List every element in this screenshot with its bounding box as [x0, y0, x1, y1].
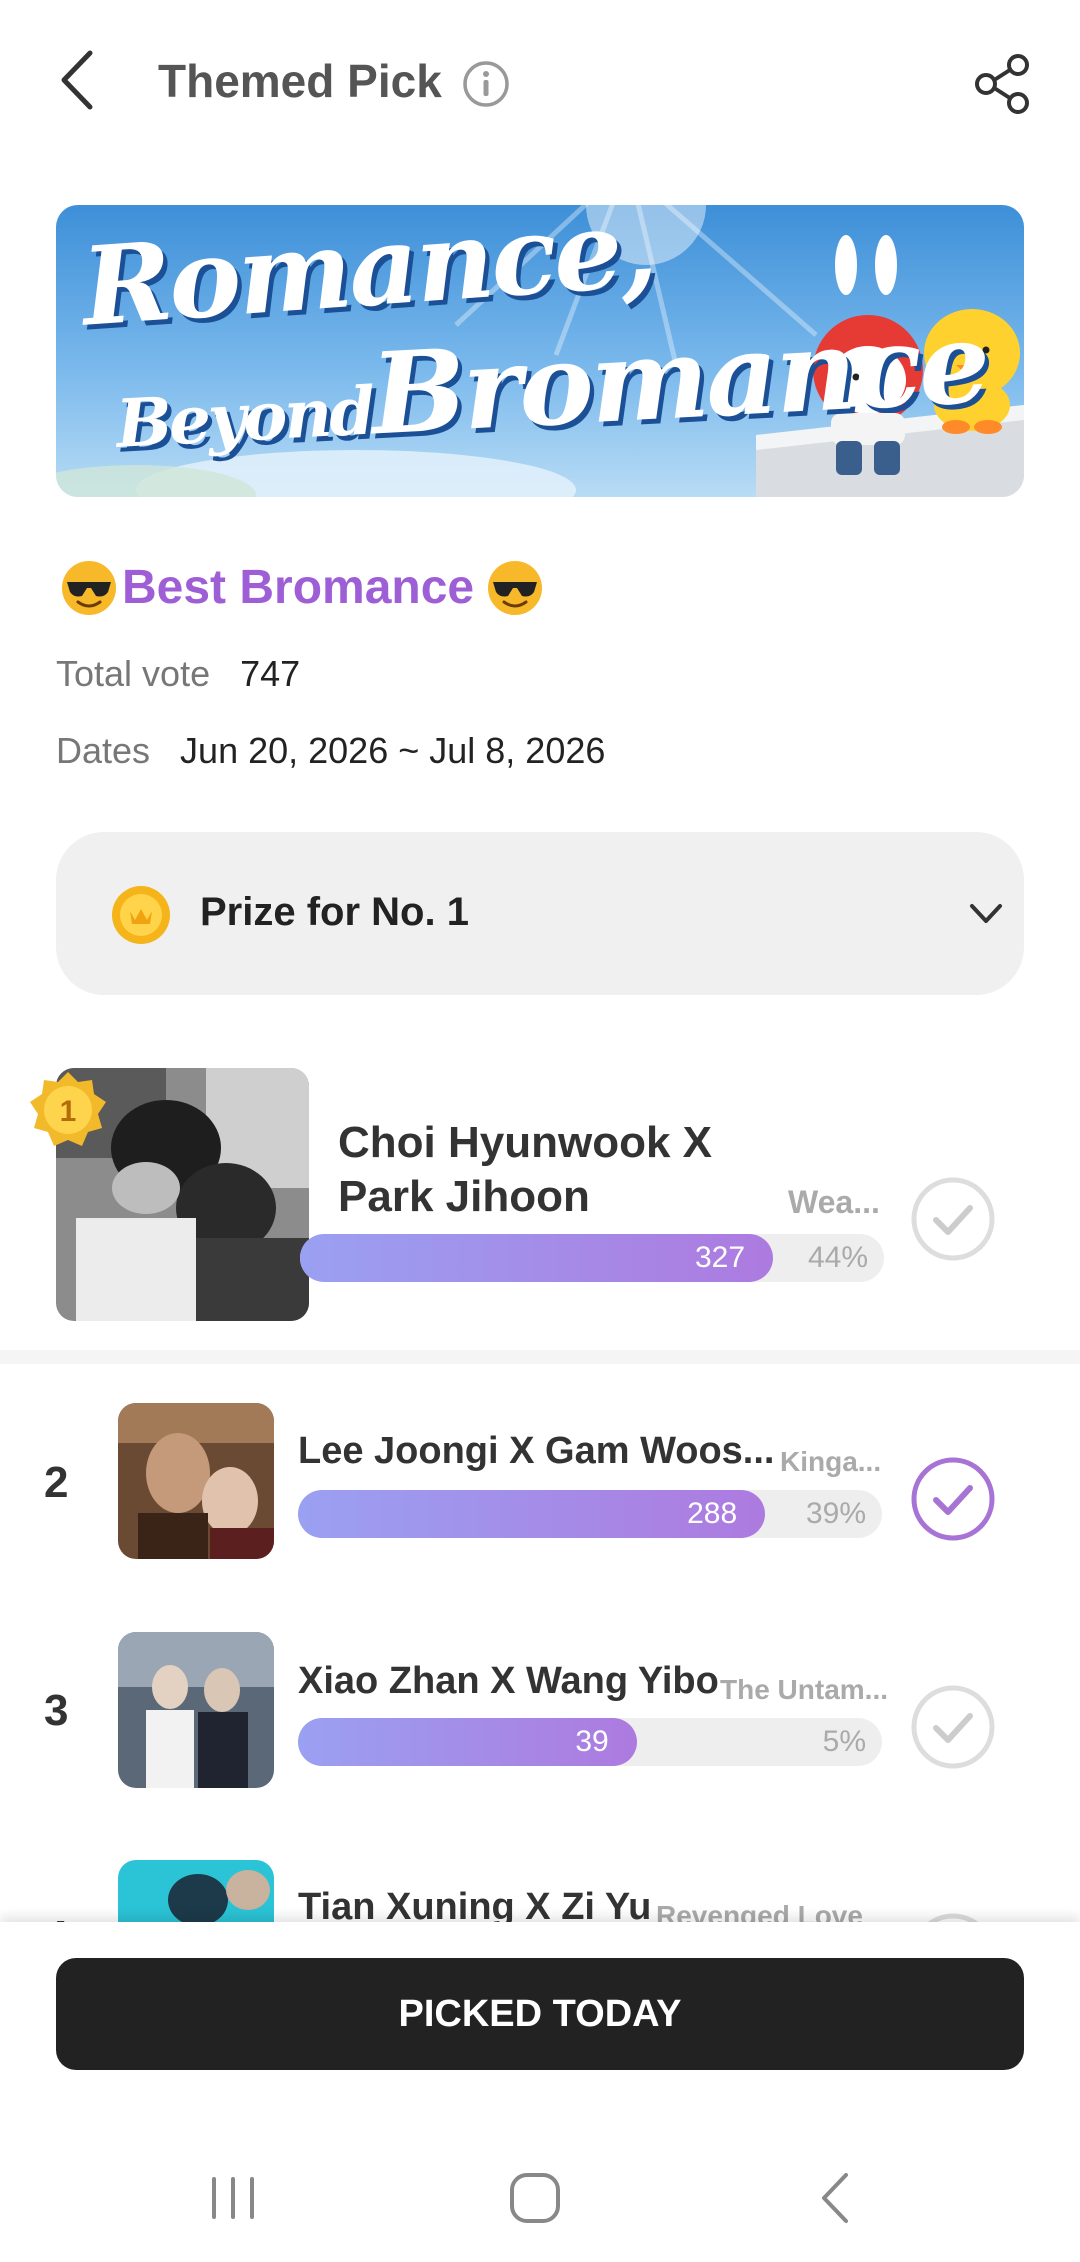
- share-icon: [975, 54, 1029, 114]
- check-circle-icon[interactable]: [910, 1176, 996, 1262]
- prize-label: Prize for No. 1: [200, 890, 469, 934]
- info-button[interactable]: [462, 60, 510, 108]
- check-circle-icon[interactable]: [910, 1456, 996, 1542]
- rank-2-vote-bar: 288 39%: [298, 1490, 882, 1538]
- home-icon[interactable]: [500, 2165, 570, 2231]
- rank-badge-icon: 1: [30, 1072, 106, 1146]
- dates-value: Jun 20, 2026 ~ Jul 8, 2026: [180, 730, 606, 771]
- rank-3-vote-percent: 5%: [822, 1725, 866, 1758]
- chevron-down-icon: [970, 904, 1002, 923]
- rank-1-vote-percent: 44%: [807, 1241, 868, 1274]
- rank-2-name: Lee Joongi X Gam Woos...: [298, 1430, 775, 1472]
- rank-1-name: Choi Hyunwook X Park Jihoon: [338, 1118, 712, 1221]
- back-arrow-icon: [61, 50, 93, 110]
- rank-1-vote-bar: 327 44%: [300, 1234, 884, 1282]
- sunglasses-emoji-icon: [62, 561, 116, 615]
- event-title-text: Best Bromance: [122, 560, 475, 614]
- rank-1-badge-number: 1: [60, 1095, 77, 1128]
- banner-line2-small: Beyond: [114, 371, 375, 463]
- sunglasses-emoji-icon: [488, 561, 543, 615]
- rank-2-number: 2: [44, 1458, 69, 1507]
- check-circle-icon[interactable]: [910, 1684, 996, 1770]
- rank-2-photo[interactable]: [118, 1403, 274, 1559]
- share-button[interactable]: [970, 52, 1034, 116]
- recent-apps-icon[interactable]: [198, 2165, 268, 2231]
- rank-2-vote-fill: 288: [298, 1490, 766, 1538]
- page-title: Themed Pick: [158, 55, 442, 107]
- picked-today-button[interactable]: PICKED TODAY: [56, 1958, 1024, 2070]
- rank-3-name: Xiao Zhan X Wang Yibo: [298, 1660, 719, 1702]
- rank-2-subtitle: Kinga...: [780, 1446, 882, 1477]
- rank-3-vote-count: 39: [575, 1725, 609, 1758]
- prize-dropdown[interactable]: Prize for No. 1: [56, 832, 1024, 995]
- info-icon: [463, 61, 509, 107]
- total-vote-value: 747: [240, 653, 301, 694]
- rank-3-vote-bar: 39 5%: [298, 1718, 882, 1766]
- rank-1-subtitle: Wea...: [788, 1184, 880, 1220]
- rank-3-subtitle: The Untam...: [720, 1674, 889, 1705]
- section-divider: [0, 1350, 1080, 1364]
- rank-3-vote-fill: 39: [298, 1718, 637, 1766]
- rank-1-vote-count: 327: [694, 1241, 746, 1274]
- dates-label: Dates: [56, 730, 151, 771]
- rank-3-number: 3: [44, 1686, 69, 1735]
- rank-2-vote-count: 288: [687, 1497, 738, 1530]
- rank-1-vote-fill: 327: [300, 1234, 774, 1282]
- coin-icon: [112, 886, 170, 944]
- event-banner[interactable]: Romance, BeyondBromance: [56, 205, 1024, 497]
- back-button[interactable]: [50, 45, 110, 115]
- rank-3-photo[interactable]: [118, 1632, 274, 1788]
- rank-2-vote-percent: 39%: [805, 1497, 866, 1530]
- event-title: Best Bromance: [56, 558, 548, 616]
- total-vote-row: Total vote 747: [56, 653, 300, 695]
- dates-row: Dates Jun 20, 2026 ~ Jul 8, 2026: [56, 730, 605, 772]
- nav-back-icon[interactable]: [802, 2165, 872, 2231]
- app-header: Themed Pick: [0, 0, 1080, 165]
- total-vote-label: Total vote: [56, 653, 211, 694]
